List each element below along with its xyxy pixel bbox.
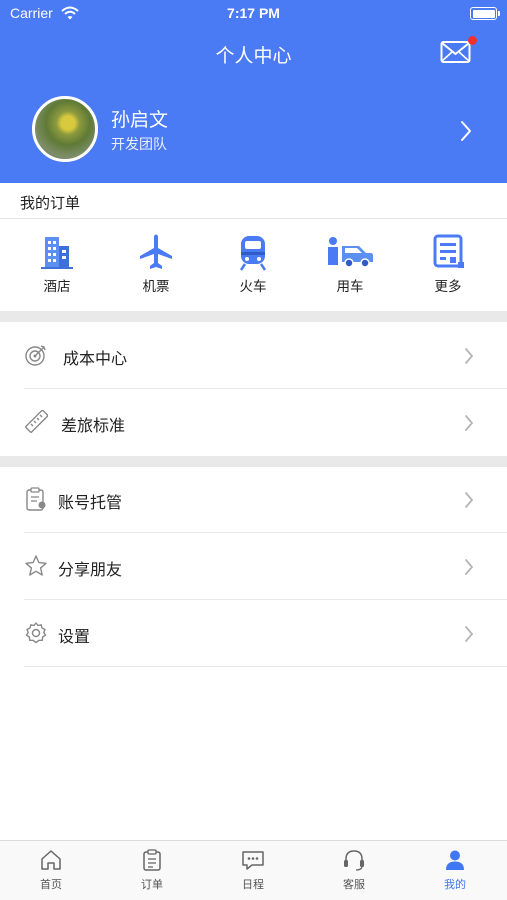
tab-label: 首页 (40, 878, 62, 891)
gear-icon (24, 621, 48, 649)
unread-badge (468, 36, 477, 45)
tab-mine[interactable]: 我的 (425, 849, 485, 892)
chevron-right-icon (464, 414, 474, 436)
chevron-right-icon (464, 491, 474, 513)
order-list-icon (143, 849, 161, 871)
orders-section-title: 我的订单 (20, 194, 81, 212)
order-label: 酒店 (43, 279, 71, 295)
menu-item-travel-policy[interactable]: 差旅标准 (0, 390, 507, 456)
order-train[interactable]: 火车 (218, 232, 288, 295)
menu-separator (24, 666, 507, 667)
user-name: 孙启文 (111, 109, 169, 131)
headset-icon (344, 850, 364, 871)
star-icon (24, 554, 48, 582)
tab-label: 订单 (141, 878, 163, 891)
menu-label: 分享朋友 (58, 560, 123, 579)
section-gap (0, 456, 507, 467)
chevron-right-icon (464, 347, 474, 369)
menu-separator (24, 532, 507, 533)
menu-item-share-friends[interactable]: 分享朋友 (0, 534, 507, 600)
profile-card[interactable]: 孙启文 开发团队 (0, 90, 507, 175)
tab-orders[interactable]: 订单 (122, 849, 182, 892)
mail-icon[interactable] (440, 40, 472, 66)
menu-label: 设置 (58, 627, 91, 646)
hotel-icon (41, 237, 73, 269)
order-label: 更多 (434, 279, 462, 295)
order-more[interactable]: 更多 (413, 232, 483, 295)
tab-bar: 首页 订单 日程 客服 我的 (0, 840, 507, 900)
user-team: 开发团队 (111, 137, 167, 153)
section-gap (0, 311, 507, 322)
menu-label: 账号托管 (58, 493, 123, 512)
orders-row: 酒店 机票 火车 用车 更多 (0, 222, 507, 308)
divider (0, 218, 507, 219)
menu-label: 成本中心 (63, 349, 128, 368)
chevron-right-icon (464, 558, 474, 580)
chevron-right-icon (460, 120, 472, 146)
order-label: 机票 (142, 279, 170, 295)
chevron-right-icon (464, 625, 474, 647)
battery-icon (470, 7, 500, 20)
header: Carrier 7:17 PM 个人中心 孙启文 开发团队 (0, 0, 507, 183)
target-icon (24, 343, 48, 371)
menu-item-settings[interactable]: 设置 (0, 601, 507, 667)
user-icon (446, 850, 464, 870)
plane-icon (140, 234, 172, 269)
menu-separator (24, 599, 507, 600)
status-bar: Carrier 7:17 PM (0, 0, 507, 28)
tab-schedule[interactable]: 日程 (223, 849, 283, 892)
tab-label: 日程 (242, 878, 264, 891)
tab-customer-service[interactable]: 客服 (324, 849, 384, 892)
menu-label: 差旅标准 (61, 416, 126, 435)
tab-label: 我的 (444, 878, 466, 891)
tab-label: 客服 (343, 878, 365, 891)
menu-item-account-custody[interactable]: 账号托管 (0, 467, 507, 533)
clipboard-icon (24, 487, 48, 515)
order-flight[interactable]: 机票 (121, 232, 191, 295)
order-label: 火车 (239, 279, 267, 295)
order-car[interactable]: 用车 (315, 232, 385, 295)
page-title: 个人中心 (215, 45, 292, 67)
home-icon (41, 850, 61, 870)
train-icon (239, 236, 267, 271)
chat-icon (242, 851, 264, 870)
more-icon (433, 234, 464, 268)
ruler-icon (24, 409, 49, 438)
avatar[interactable] (32, 96, 98, 162)
menu-separator (24, 388, 507, 389)
order-label: 用车 (336, 279, 364, 295)
menu-item-cost-center[interactable]: 成本中心 (0, 323, 507, 389)
car-icon (328, 237, 373, 268)
status-time: 7:17 PM (227, 5, 280, 21)
order-hotel[interactable]: 酒店 (22, 232, 92, 295)
tab-home[interactable]: 首页 (21, 849, 81, 892)
